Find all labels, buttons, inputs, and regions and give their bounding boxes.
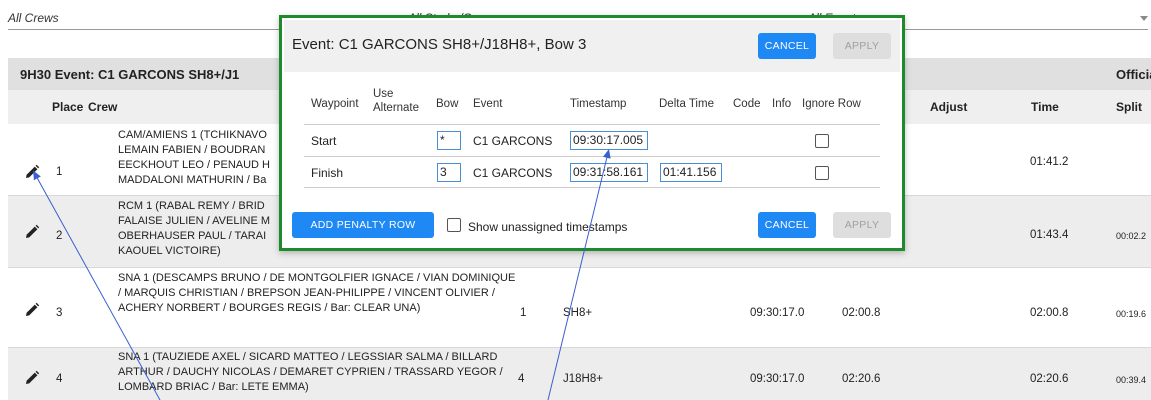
header-delta-time: Delta Time	[659, 98, 714, 110]
add-penalty-row-button[interactable]: ADD PENALTY ROW	[292, 212, 434, 238]
show-unassigned-checkbox[interactable]	[447, 218, 461, 232]
cancel-button[interactable]: CANCEL	[758, 212, 816, 238]
bow-input[interactable]: *	[437, 131, 461, 150]
waypoint-row-finish: Finish 3 C1 GARCONS 09:31:58.161 01:41.1…	[304, 156, 880, 188]
edit-pencil-icon[interactable]	[24, 302, 40, 318]
event-name: C1 GARCONS	[473, 166, 553, 180]
event-official-label: Officia	[1116, 67, 1151, 82]
header-timestamp: Timestamp	[570, 98, 627, 110]
crew-cell: CAM/AMIENS 1 (TCHIKNAVO LEMAIN FABIEN / …	[118, 129, 270, 186]
dialog-title: Event: C1 GARCONS SH8+/J18H8+, Bow 3	[292, 36, 587, 53]
event-name: C1 GARCONS	[473, 134, 553, 148]
dialog-header: Event: C1 GARCONS SH8+/J18H8+, Bow 3 CAN…	[284, 20, 900, 72]
raw-time-cell: 02:00.8	[842, 307, 881, 319]
event-title: 9H30 Event: C1 GARCONS SH8+/J1	[20, 67, 240, 82]
ignore-row-checkbox[interactable]	[815, 166, 829, 180]
cancel-button[interactable]: CANCEL	[758, 33, 816, 59]
header-event: Event	[473, 98, 503, 110]
time-cell: 01:41.2	[1030, 156, 1069, 168]
place-cell: 4	[56, 373, 63, 385]
waypoint-name: Finish	[311, 166, 344, 180]
apply-button[interactable]: APPLY	[833, 212, 891, 238]
delta-time-input[interactable]: 01:41.156	[660, 163, 722, 182]
apply-button[interactable]: APPLY	[833, 33, 891, 59]
start-time-cell: 09:30:17.0	[750, 307, 805, 319]
header-code: Code	[733, 98, 761, 110]
start-time-cell: 09:30:17.0	[750, 373, 805, 385]
header-waypoint: Waypoint	[311, 98, 359, 110]
crew-cell: RCM 1 (RABAL REMY / BRID FALAISE JULIEN …	[118, 200, 271, 257]
edit-pencil-icon[interactable]	[24, 224, 40, 240]
place-cell: 2	[56, 230, 63, 242]
split-cell: 00:39.4	[1116, 375, 1147, 385]
edit-pencil-icon[interactable]	[24, 370, 40, 386]
waypoint-name: Start	[311, 134, 337, 148]
column-header-split: Split	[1116, 100, 1142, 114]
time-cell: 01:43.4	[1030, 229, 1069, 241]
timestamp-input[interactable]: 09:30:17.005	[570, 131, 648, 150]
crew-filter-value: All Crews	[8, 11, 59, 25]
bow-cell: 4	[518, 373, 525, 385]
bow-input[interactable]: 3	[437, 163, 461, 182]
column-header-time: Time	[1031, 100, 1059, 114]
header-bow: Bow	[436, 98, 459, 110]
column-header-crew: Crew	[88, 100, 118, 114]
bow-cell: 1	[520, 307, 527, 319]
split-cell: 00:19.6	[1116, 309, 1147, 319]
event-cell: J18H8+	[563, 373, 603, 385]
header-use-alternate-line2: Alternate	[373, 102, 420, 114]
show-unassigned-label: Show unassigned timestamps	[468, 220, 628, 234]
column-header-adjust: Adjust	[930, 100, 968, 114]
edit-pencil-icon[interactable]	[24, 164, 40, 180]
ignore-row-checkbox[interactable]	[815, 134, 829, 148]
place-cell: 3	[56, 307, 63, 319]
timestamp-input[interactable]: 09:31:58.161	[570, 163, 648, 182]
dialog-footer: ADD PENALTY ROW Show unassigned timestam…	[284, 203, 900, 247]
split-cell: 00:02.2	[1116, 231, 1147, 241]
place-cell: 1	[56, 166, 63, 178]
time-cell: 02:20.6	[1030, 373, 1069, 385]
timestamp-edit-dialog: Event: C1 GARCONS SH8+/J18H8+, Bow 3 CAN…	[279, 15, 905, 251]
chevron-down-icon	[1140, 16, 1148, 21]
event-cell: SH8+	[563, 307, 593, 319]
crew-cell: SNA 1 (DESCAMPS BRUNO / DE MONTGOLFIER I…	[118, 272, 516, 314]
raw-time-cell: 02:20.6	[842, 373, 881, 385]
header-info: Info	[772, 98, 792, 110]
crew-cell: SNA 1 (TAUZIEDE AXEL / SICARD MATTEO / L…	[118, 351, 503, 393]
header-use-alternate-line1: Use	[373, 88, 394, 100]
column-header-place: Place	[52, 100, 84, 114]
time-cell: 02:00.8	[1030, 307, 1069, 319]
table-row: 4 SNA 1 (TAUZIEDE AXEL / SICARD MATTEO /…	[8, 348, 1151, 400]
table-row: 3 SNA 1 (DESCAMPS BRUNO / DE MONTGOLFIER…	[8, 268, 1151, 348]
waypoint-row-start: Start * C1 GARCONS 09:30:17.005	[304, 124, 880, 156]
header-ignore-row: Ignore Row	[802, 98, 861, 110]
